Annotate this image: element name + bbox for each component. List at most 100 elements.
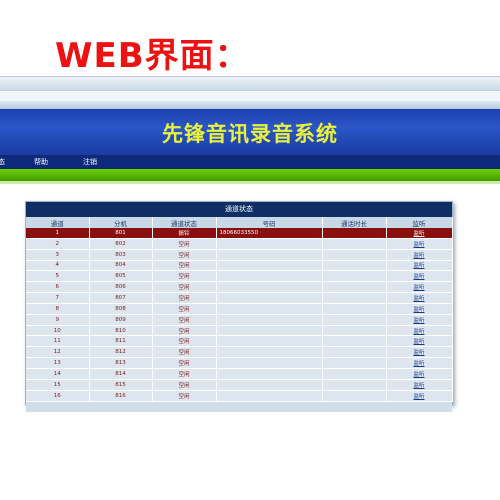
cell-channel: 6: [26, 281, 90, 294]
cell-listen: 监听: [386, 281, 453, 294]
listen-link[interactable]: 监听: [413, 318, 424, 324]
cell-number: [216, 346, 323, 359]
cell-extension: 808: [89, 303, 153, 315]
cell-duration: [322, 346, 387, 359]
panel-title: 通道状态: [26, 202, 452, 217]
cell-duration: [322, 292, 387, 304]
cell-duration: [322, 303, 387, 315]
cell-number: [216, 379, 323, 391]
cell-number: [216, 238, 323, 250]
cell-status: 空闲: [152, 270, 217, 283]
listen-link[interactable]: 监听: [413, 350, 424, 356]
listen-link[interactable]: 监听: [413, 329, 424, 335]
browser-tab-strip: [0, 101, 500, 109]
cell-extension: 801: [89, 228, 153, 239]
table-row[interactable]: 13 813 空闲 监听: [26, 357, 453, 369]
cell-number: [216, 325, 323, 337]
listen-link[interactable]: 监听: [413, 361, 424, 367]
cell-number: [216, 260, 323, 272]
listen-link[interactable]: 监听: [413, 394, 424, 400]
table-row[interactable]: 8 808 空闲 监听: [26, 303, 453, 315]
table-row[interactable]: 15 815 空闲 监听: [26, 379, 453, 391]
menu-bar: 态 帮助 注销: [0, 155, 500, 169]
cell-status: 空闲: [152, 357, 217, 369]
cell-number: [216, 292, 323, 304]
table-row[interactable]: 14 814 空闲 监听: [26, 368, 453, 380]
listen-link[interactable]: 监听: [413, 274, 424, 280]
cell-duration: [322, 368, 387, 380]
caption-heading: WEB界面：: [55, 36, 250, 76]
cell-channel: 10: [26, 325, 90, 337]
cell-listen: 监听: [386, 346, 453, 359]
table-row[interactable]: 12 812 空闲 监听: [26, 346, 453, 359]
cell-channel: 5: [26, 270, 90, 283]
menu-item-help[interactable]: 帮助: [34, 157, 48, 167]
cell-duration: [322, 325, 387, 337]
cell-listen: 监听: [386, 238, 453, 250]
table-row[interactable]: 1 801 振铃 18066033550 监听: [26, 228, 453, 239]
cell-channel: 3: [26, 249, 90, 261]
table-row[interactable]: 6 806 空闲 监听: [26, 281, 453, 294]
cell-number: [216, 335, 323, 348]
listen-link[interactable]: 监听: [413, 231, 424, 237]
column-header-number: 号码: [216, 217, 323, 228]
listen-link[interactable]: 监听: [413, 339, 424, 345]
table-row[interactable]: 7 807 空闲 监听: [26, 292, 453, 304]
cell-channel: 16: [26, 390, 90, 402]
cell-extension: 809: [89, 314, 153, 326]
cell-extension: 810: [89, 325, 153, 337]
cell-extension: 802: [89, 238, 153, 250]
table-row[interactable]: 4 804 空闲 监听: [26, 260, 453, 272]
cell-extension: 806: [89, 281, 153, 294]
table-row[interactable]: 9 809 空闲 监听: [26, 314, 453, 326]
listen-link[interactable]: 监听: [413, 285, 424, 291]
cell-number: [216, 270, 323, 283]
table-row[interactable]: 11 811 空闲 监听: [26, 335, 453, 348]
cell-extension: 807: [89, 292, 153, 304]
cell-channel: 14: [26, 368, 90, 380]
listen-link[interactable]: 监听: [413, 242, 424, 248]
cell-channel: 13: [26, 357, 90, 369]
table-row[interactable]: 10 810 空闲 监听: [26, 325, 453, 337]
cell-channel: 7: [26, 292, 90, 304]
cell-listen: 监听: [386, 357, 453, 369]
cell-listen: 监听: [386, 292, 453, 304]
menu-item-logout[interactable]: 注销: [83, 157, 97, 167]
listen-link[interactable]: 监听: [413, 383, 424, 389]
listen-link[interactable]: 监听: [413, 296, 424, 302]
cell-status: 振铃: [152, 228, 217, 239]
table-row[interactable]: 3 803 空闲 监听: [26, 249, 453, 261]
listen-link[interactable]: 监听: [413, 307, 424, 313]
cell-duration: [322, 238, 387, 250]
listen-link[interactable]: 监听: [413, 253, 424, 259]
cell-duration: [322, 390, 387, 402]
green-divider: [0, 169, 500, 181]
cell-listen: 监听: [386, 379, 453, 391]
column-header-listen: 监听: [386, 217, 453, 228]
cell-status: 空闲: [152, 390, 217, 402]
cell-status: 空闲: [152, 292, 217, 304]
column-header-duration: 通话时长: [322, 217, 387, 228]
cell-listen: 监听: [386, 314, 453, 326]
cell-number: [216, 368, 323, 380]
cell-duration: [322, 249, 387, 261]
cell-listen: 监听: [386, 249, 453, 261]
table-row[interactable]: 5 805 空闲 监听: [26, 270, 453, 283]
cell-number: [216, 314, 323, 326]
cell-duration: [322, 335, 387, 348]
cell-duration: [322, 270, 387, 283]
cell-extension: 814: [89, 368, 153, 380]
browser-toolbar-strip: [0, 76, 500, 91]
table-row[interactable]: 2 802 空闲 监听: [26, 238, 453, 250]
menu-item-status[interactable]: 态: [0, 157, 5, 167]
cell-status: 空闲: [152, 325, 217, 337]
cell-status: 空闲: [152, 314, 217, 326]
app-banner: 先锋音讯录音系统: [0, 109, 500, 155]
listen-link[interactable]: 监听: [413, 372, 424, 378]
cell-number: [216, 249, 323, 261]
table-row[interactable]: 16 816 空闲 监听: [26, 390, 453, 402]
cell-status: 空闲: [152, 346, 217, 359]
listen-link[interactable]: 监听: [413, 263, 424, 269]
cell-number: [216, 281, 323, 294]
cell-extension: 813: [89, 357, 153, 369]
